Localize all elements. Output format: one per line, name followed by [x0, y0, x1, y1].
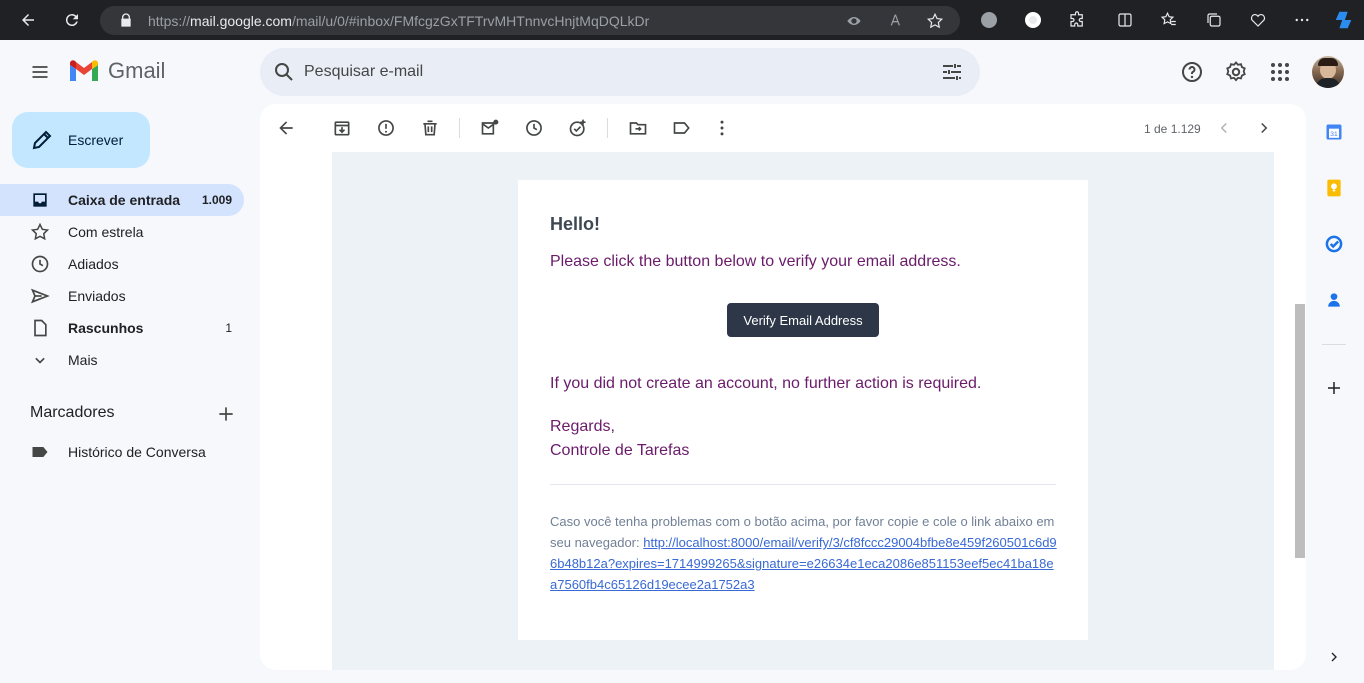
expand-panel-chevron-icon[interactable] — [1322, 645, 1346, 669]
page-counter: 1 de 1.129 — [1144, 122, 1201, 136]
nav-label-drafts: Rascunhos — [68, 320, 144, 336]
chevron-down-icon — [35, 357, 45, 364]
calendar-icon[interactable]: 31 — [1322, 120, 1346, 144]
older-chevron-icon[interactable] — [1254, 118, 1274, 138]
contacts-icon[interactable] — [1322, 288, 1346, 312]
email-divider — [550, 484, 1056, 485]
account-avatar[interactable] — [1312, 56, 1344, 88]
more-dots-icon[interactable] — [1286, 4, 1318, 36]
clock-icon — [31, 255, 49, 273]
nav-item-snoozed[interactable]: Adiados — [0, 248, 244, 280]
tasks-icon[interactable] — [1322, 232, 1346, 256]
label-item[interactable]: Histórico de Conversa — [0, 436, 244, 468]
email-greeting: Hello! — [550, 214, 601, 234]
star-icon — [30, 222, 50, 241]
compose-label: Escrever — [68, 132, 124, 148]
svg-text:31: 31 — [1330, 131, 1338, 138]
message-view: 1 de 1.129 Hello! Please click the butto… — [260, 104, 1306, 670]
draft-icon — [34, 319, 47, 337]
search-bar[interactable]: Pesquisar e-mail — [260, 48, 980, 96]
extension-circle-icon[interactable] — [973, 4, 1005, 36]
mark-unread-icon[interactable] — [480, 118, 500, 138]
labels-tag-icon[interactable] — [672, 118, 692, 138]
gmail-m-icon — [70, 60, 98, 81]
more-options-icon[interactable] — [712, 118, 732, 138]
report-spam-icon[interactable] — [376, 118, 396, 138]
compose-button[interactable]: Escrever — [12, 112, 150, 168]
archive-icon[interactable] — [332, 118, 352, 138]
search-placeholder[interactable]: Pesquisar e-mail — [304, 63, 423, 81]
add-label-icon[interactable] — [216, 404, 236, 424]
nav-label-inbox: Caixa de entrada — [68, 192, 181, 208]
pencil-icon — [32, 130, 52, 150]
extension-dot-icon[interactable] — [1017, 4, 1049, 36]
inbox-icon — [33, 193, 47, 207]
health-heart-icon[interactable] — [1242, 4, 1274, 36]
nav-label-more: Mais — [68, 352, 98, 368]
label-item-name: Histórico de Conversa — [68, 444, 206, 460]
nav-item-sent[interactable]: Enviados — [0, 280, 244, 312]
send-icon — [30, 288, 50, 304]
search-icon[interactable] — [272, 60, 296, 84]
nav-label-starred: Com estrela — [68, 224, 144, 240]
main-menu-icon[interactable] — [22, 54, 58, 90]
delete-trash-icon[interactable] — [420, 118, 440, 138]
add-to-tasks-icon[interactable] — [568, 118, 588, 138]
address-bar[interactable]: https://mail.google.com/mail/u/0/#inbox/… — [100, 6, 960, 35]
scrollbar-thumb[interactable] — [1295, 304, 1305, 558]
back-to-inbox-icon[interactable] — [276, 118, 296, 138]
email-outro: If you did not create an account, no fur… — [550, 375, 982, 392]
keep-notes-icon[interactable] — [1322, 176, 1346, 200]
refresh-icon[interactable] — [56, 4, 88, 36]
favorite-star-icon[interactable] — [926, 12, 944, 30]
move-to-folder-icon[interactable] — [628, 118, 648, 138]
url-text: https://mail.google.com/mail/u/0/#inbox/… — [148, 13, 650, 29]
back-arrow-icon[interactable] — [12, 4, 44, 36]
newer-chevron-icon[interactable] — [1214, 118, 1234, 138]
nav-count-inbox: 1.009 — [201, 193, 232, 207]
lock-icon — [121, 13, 131, 27]
email-card: Hello! Please click the button below to … — [518, 180, 1088, 640]
nav-count-drafts: 1 — [225, 321, 232, 335]
label-icon — [32, 447, 48, 457]
eye-icon[interactable] — [846, 13, 862, 29]
apps-grid-icon[interactable] — [1268, 60, 1292, 84]
gmail-logo[interactable]: Gmail — [68, 58, 165, 84]
nav-item-drafts[interactable]: Rascunhos 1 — [0, 312, 244, 344]
help-icon[interactable] — [1180, 60, 1204, 84]
favorites-icon[interactable] — [1153, 4, 1185, 36]
toolbar-divider — [607, 118, 608, 138]
app-name: Gmail — [108, 58, 166, 83]
browser-toolbar: https://mail.google.com/mail/u/0/#inbox/… — [0, 0, 1364, 40]
email-signoff: Regards, Controle de Tarefas — [550, 415, 689, 463]
settings-gear-icon[interactable] — [1224, 60, 1248, 84]
toolbar-divider — [459, 118, 460, 138]
nav-label-sent: Enviados — [68, 288, 126, 304]
search-options-icon[interactable] — [940, 60, 964, 84]
nav-item-more[interactable]: Mais — [0, 344, 244, 376]
nav-label-snoozed: Adiados — [68, 256, 119, 272]
sender-name: Controle de Tarefas — [550, 442, 690, 459]
copilot-icon[interactable] — [1328, 4, 1360, 36]
side-panel-divider — [1322, 344, 1346, 345]
email-body: Hello! Please click the button below to … — [332, 152, 1274, 670]
read-aloud-icon[interactable] — [888, 12, 904, 28]
regards-text: Regards, — [550, 418, 615, 435]
email-subcopy: Caso você tenha problemas com o botão ac… — [550, 511, 1058, 595]
nav-item-inbox[interactable]: Caixa de entrada 1.009 — [0, 184, 244, 216]
collections-icon[interactable] — [1198, 4, 1230, 36]
verify-email-button[interactable]: Verify Email Address — [727, 303, 879, 337]
snooze-clock-icon[interactable] — [524, 118, 544, 138]
labels-heading: Marcadores — [30, 404, 115, 421]
split-screen-icon[interactable] — [1109, 4, 1141, 36]
get-addons-plus-icon[interactable] — [1322, 376, 1346, 400]
extensions-puzzle-icon[interactable] — [1061, 4, 1093, 36]
nav-item-starred[interactable]: Com estrela — [0, 216, 244, 248]
email-intro: Please click the button below to verify … — [550, 253, 961, 270]
